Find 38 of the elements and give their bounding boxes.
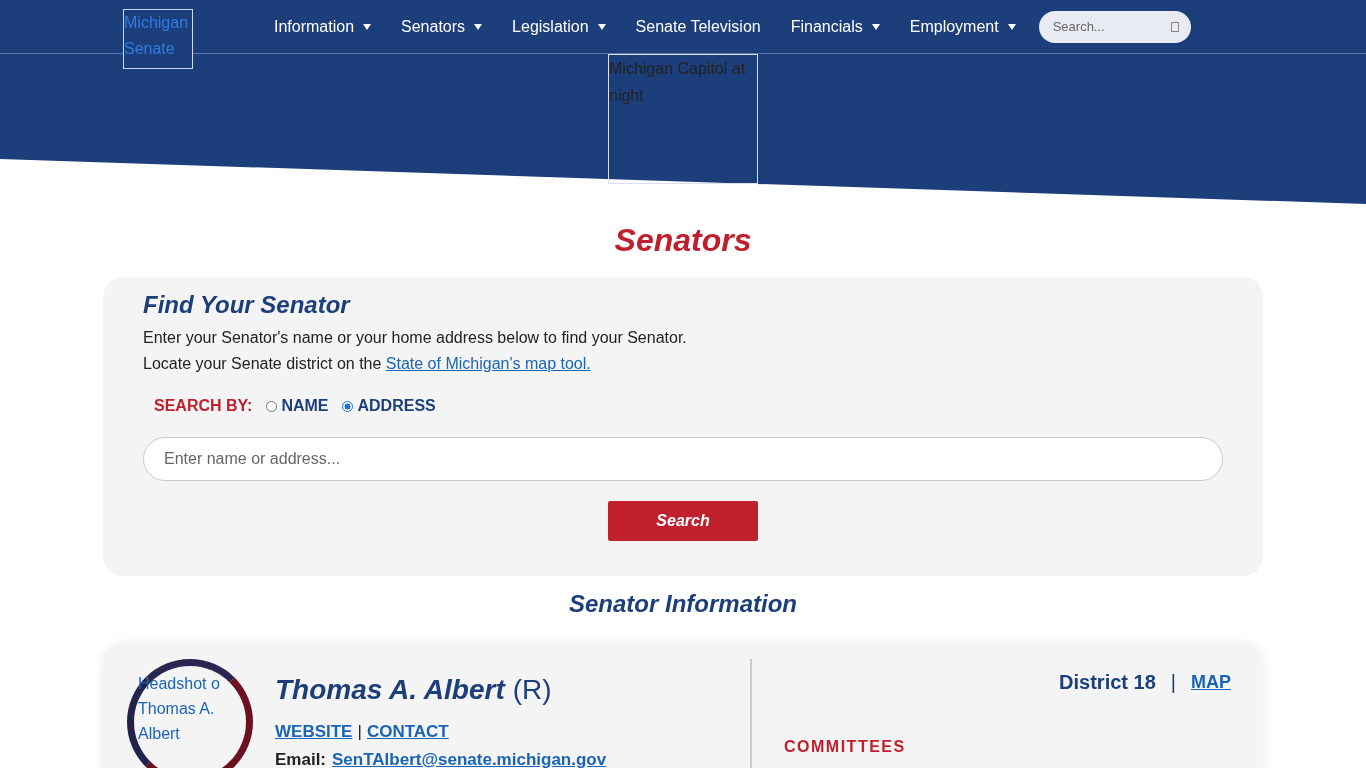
search-icon	[1170, 21, 1179, 32]
contact-link[interactable]: CONTACT	[366, 722, 449, 742]
senator-name: Thomas A. Albert	[275, 674, 505, 705]
party-label: (R)	[512, 674, 552, 705]
district-separator: |	[1170, 671, 1176, 694]
nav-menu-item[interactable]: Information	[259, 17, 387, 36]
district-label: District 18	[1059, 671, 1156, 694]
website-link[interactable]: WEBSITE	[275, 722, 353, 742]
search-button[interactable]: Search	[608, 501, 758, 541]
map-tool-link[interactable]: State of Michigan's map tool.	[385, 355, 591, 372]
nav-menu-item[interactable]: Legislation	[497, 17, 621, 36]
finder-instructions: Enter your Senator's name or your home address below to find your Senator.	[143, 328, 688, 348]
page-title: Senators	[613, 222, 753, 259]
email-link[interactable]: SenTAlbert@senate.michigan.gov	[332, 750, 607, 768]
radio-button[interactable]	[266, 400, 278, 412]
nav-menu-item[interactable]: Senators	[386, 17, 498, 36]
finder-title: Find Your Senator	[143, 291, 352, 319]
caret-icon	[363, 23, 372, 30]
caret-icon	[597, 23, 606, 30]
nav-menu-item[interactable]: Senate Television	[620, 17, 776, 36]
map-link[interactable]: MAP	[1191, 672, 1231, 693]
link-separator: |	[357, 722, 362, 742]
finder-map-hint: Locate your Senate district on the State of Michigan's map tool.	[143, 354, 592, 374]
radio-label[interactable]: NAME	[281, 397, 329, 415]
capitol-image-alt: Michigan Capitol at night	[608, 54, 758, 184]
nav-menu-item[interactable]: Financials	[775, 17, 895, 36]
nav-menu-item[interactable]: Employment	[894, 17, 1031, 36]
search-by-label: SEARCH BY:	[154, 397, 253, 415]
caret-icon	[871, 23, 880, 30]
caret-icon	[1007, 23, 1016, 30]
email-label: Email:	[275, 750, 327, 768]
committees-heading: COMMITTEES	[784, 738, 907, 756]
radio-button[interactable]	[342, 400, 354, 412]
radio-label[interactable]: ADDRESS	[357, 397, 436, 415]
caret-icon	[474, 23, 483, 30]
search-input-field[interactable]: Enter name or address...	[143, 437, 1223, 481]
search-field[interactable]: Search...	[1038, 10, 1191, 43]
section-title: Senator Information	[568, 590, 798, 618]
